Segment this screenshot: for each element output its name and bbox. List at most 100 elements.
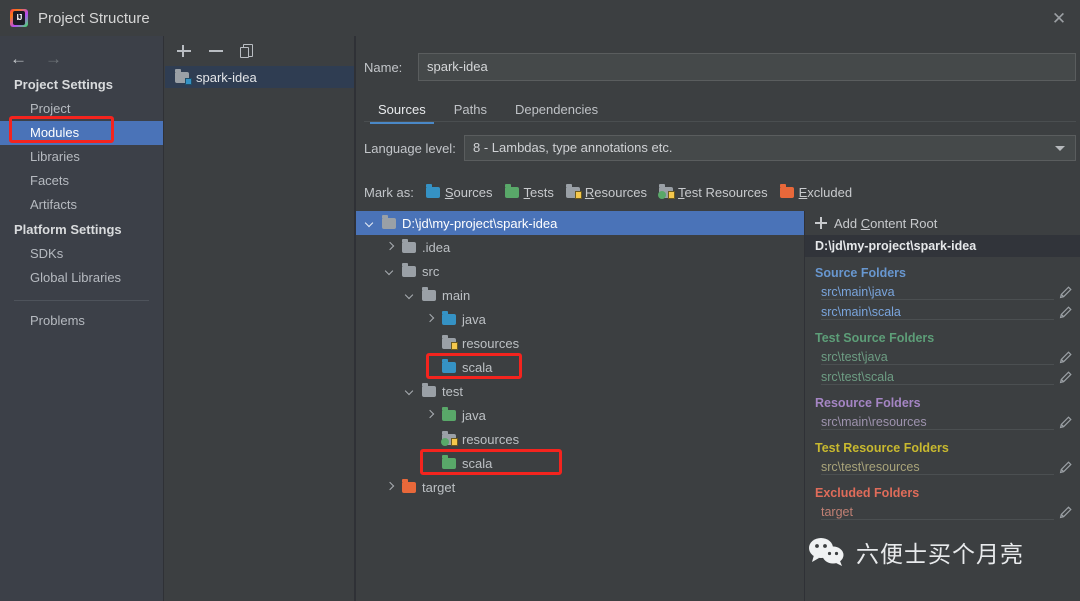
remove-icon[interactable]	[207, 42, 225, 60]
edit-pencil-icon[interactable]	[1059, 371, 1072, 384]
sidebar-item-problems[interactable]: Problems	[0, 309, 163, 333]
plus-icon	[815, 217, 827, 229]
add-content-root-button[interactable]: Add Content Root	[805, 211, 1080, 235]
tree-twisty-spacer	[424, 433, 436, 445]
folder-icon	[442, 406, 456, 421]
folder-group-title: Resource Folders	[815, 396, 921, 410]
chevron-right-icon[interactable]	[384, 481, 396, 493]
content-root-path: D:\jd\my-project\spark-idea	[805, 235, 1080, 257]
folder-path-label: src\main\scala	[821, 305, 901, 319]
folder-path-row[interactable]: src\test\scala	[805, 367, 1080, 387]
folder-groups: Source Folders src\main\java src\main\scal…	[805, 257, 1080, 522]
edit-pencil-icon[interactable]	[1059, 286, 1072, 299]
chevron-down-icon[interactable]	[364, 217, 376, 229]
tree-row[interactable]: D:\jd\my-project\spark-idea	[356, 211, 804, 235]
mark-as-resources-label: Resources	[584, 184, 648, 200]
tree-row-label: resources	[462, 431, 520, 447]
content-root-tree[interactable]: D:\jd\my-project\spark-idea .idea src main j…	[356, 211, 804, 601]
sidebar-group-project-settings: Project Settings	[14, 77, 113, 92]
folder-path-row[interactable]: src\test\resources	[805, 457, 1080, 477]
sidebar-item-modules[interactable]: Modules	[0, 121, 163, 145]
tree-row-label: scala	[462, 359, 493, 375]
wechat-icon	[808, 537, 846, 567]
tree-twisty-spacer	[424, 457, 436, 469]
folder-path-row[interactable]: src\test\java	[805, 347, 1080, 367]
mark-as-row: Mark as: Sources Tests Resources Test Re…	[364, 181, 864, 203]
sidebar-item-artifacts[interactable]: Artifacts	[0, 193, 163, 217]
sidebar-item-global-libraries[interactable]: Global Libraries	[0, 266, 163, 290]
tree-row-label: test	[442, 383, 463, 399]
chevron-down-icon[interactable]	[384, 265, 396, 277]
sidebar-item-libraries[interactable]: Libraries	[0, 145, 163, 169]
chevron-down-icon[interactable]	[404, 385, 416, 397]
folder-path-row[interactable]: src\main\resources	[805, 412, 1080, 432]
tree-row-label: target	[422, 479, 456, 495]
mark-as-sources-button[interactable]: Sources	[425, 183, 493, 200]
row-underline	[821, 384, 1054, 385]
chevron-down-icon[interactable]	[404, 289, 416, 301]
folder-icon	[442, 454, 456, 469]
module-list-item[interactable]: spark-idea	[165, 66, 354, 88]
tree-row[interactable]: scala	[356, 355, 804, 379]
folder-path-row[interactable]: src\main\scala	[805, 302, 1080, 322]
mark-as-resources-button[interactable]: Resources	[565, 183, 648, 200]
folder-icon	[402, 262, 416, 277]
row-underline	[821, 519, 1054, 520]
tree-twisty-spacer	[424, 337, 436, 349]
edit-pencil-icon[interactable]	[1059, 306, 1072, 319]
folder-path-label: src\test\scala	[821, 370, 894, 384]
window-title-bar: IJ Project Structure ✕	[0, 0, 1080, 36]
edit-pencil-icon[interactable]	[1059, 461, 1072, 474]
tree-row[interactable]: java	[356, 307, 804, 331]
mark-as-test-resources-button[interactable]: Test Resources	[658, 183, 768, 200]
edit-pencil-icon[interactable]	[1059, 351, 1072, 364]
chevron-right-icon[interactable]	[384, 241, 396, 253]
mark-as-excluded-button[interactable]: Excluded	[779, 183, 852, 200]
folder-path-row[interactable]: src\main\java	[805, 282, 1080, 302]
sources-folder-icon	[425, 183, 440, 198]
tree-row[interactable]: scala	[356, 451, 804, 475]
tabs-underline	[364, 121, 1076, 122]
language-level-value: 8 - Lambdas, type annotations etc.	[473, 140, 673, 155]
sidebar-item-project[interactable]: Project	[0, 97, 163, 121]
folder-group-title: Source Folders	[815, 266, 906, 280]
mark-as-tests-label: Tests	[523, 184, 554, 200]
row-underline	[821, 319, 1054, 320]
chevron-right-icon[interactable]	[424, 313, 436, 325]
tree-row[interactable]: test	[356, 379, 804, 403]
tree-row[interactable]: .idea	[356, 235, 804, 259]
tree-row[interactable]: resources	[356, 427, 804, 451]
tree-row-label: .idea	[422, 239, 451, 255]
row-underline	[821, 474, 1054, 475]
tree-row[interactable]: main	[356, 283, 804, 307]
module-editor-panel: Name: spark-idea Sources Paths Dependenc…	[356, 36, 1080, 601]
language-level-select[interactable]: 8 - Lambdas, type annotations etc.	[464, 135, 1076, 161]
row-underline	[821, 429, 1054, 430]
sidebar-item-facets[interactable]: Facets	[0, 169, 163, 193]
add-icon[interactable]	[175, 42, 193, 60]
tree-row-label: scala	[462, 455, 493, 471]
close-icon[interactable]: ✕	[1044, 6, 1074, 32]
forward-arrow-icon[interactable]: →	[45, 50, 62, 67]
mark-as-tests-button[interactable]: Tests	[504, 183, 554, 200]
tree-row[interactable]: resources	[356, 331, 804, 355]
tree-row-label: resources	[462, 335, 520, 351]
test-resource-folder-icon	[441, 430, 458, 446]
tree-row[interactable]: java	[356, 403, 804, 427]
test-resources-folder-icon	[658, 183, 676, 199]
mark-as-sources-label: Sources	[444, 184, 493, 200]
back-arrow-icon[interactable]: ←	[10, 50, 27, 67]
folder-path-row[interactable]: target	[805, 502, 1080, 522]
tree-row[interactable]: src	[356, 259, 804, 283]
folder-path-label: src\test\java	[821, 350, 888, 364]
tree-row[interactable]: target	[356, 475, 804, 499]
sidebar-item-sdks[interactable]: SDKs	[0, 242, 163, 266]
folder-icon	[422, 286, 436, 301]
settings-sidebar: ← → Project Settings Project Modules Lib…	[0, 36, 164, 601]
tree-row-label: src	[422, 263, 440, 279]
edit-pencil-icon[interactable]	[1059, 506, 1072, 519]
copy-icon[interactable]	[239, 42, 257, 60]
chevron-right-icon[interactable]	[424, 409, 436, 421]
edit-pencil-icon[interactable]	[1059, 416, 1072, 429]
name-input[interactable]: spark-idea	[418, 53, 1076, 81]
